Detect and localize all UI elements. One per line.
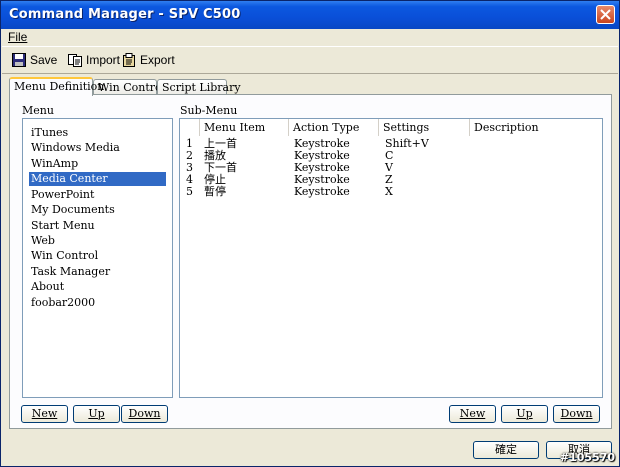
menu-bar: File (2, 29, 618, 46)
column-header-action-type[interactable]: Action Type (289, 119, 379, 136)
menu-list-item[interactable]: foobar2000 (29, 296, 166, 310)
command-manager-window: Command Manager - SPV C500 File Save Imp (0, 0, 620, 467)
menu-list-item[interactable]: PowerPoint (29, 188, 166, 202)
menu-list-item[interactable]: Windows Media (29, 141, 166, 155)
column-header-settings[interactable]: Settings (379, 119, 470, 136)
column-header-menu-item[interactable]: Menu Item (200, 119, 289, 136)
row-number: 5 (186, 185, 193, 198)
menu-list-item[interactable]: Task Manager (29, 265, 166, 279)
ok-button[interactable]: 確定 (473, 441, 539, 459)
menu-list-item[interactable]: Start Menu (29, 219, 166, 233)
title-bar[interactable]: Command Manager - SPV C500 (1, 1, 619, 29)
submenu-down-button[interactable]: Down (553, 405, 600, 423)
menu-new-button[interactable]: New (21, 405, 68, 423)
close-icon (600, 9, 611, 20)
menu-list-item[interactable]: iTunes (29, 126, 166, 140)
menu-list-item-selected[interactable]: Media Center (29, 172, 166, 186)
menu-list[interactable]: iTunes Windows Media WinAmp Media Center… (22, 118, 173, 398)
save-label: Save (30, 53, 58, 67)
save-icon (12, 53, 26, 67)
menu-list-item[interactable]: My Documents (29, 203, 166, 217)
submenu-up-button[interactable]: Up (501, 405, 548, 423)
column-header-description[interactable]: Description (470, 119, 602, 136)
import-icon (68, 54, 82, 67)
export-button[interactable]: Export (122, 51, 175, 69)
row-action-type: Keystroke (294, 185, 350, 198)
submenu-table[interactable]: Menu Item Action Type Settings Descripti… (179, 118, 603, 398)
row-menu-item: 暫停 (204, 185, 226, 198)
menu-label: Menu (22, 104, 54, 117)
tab-script-library[interactable]: Script Library (157, 79, 241, 95)
toolbar: Save Import Export (2, 46, 618, 74)
menu-up-button[interactable]: Up (73, 405, 120, 423)
menu-list-item[interactable]: Web (29, 234, 166, 248)
menu-list-item[interactable]: Win Control (29, 249, 166, 263)
column-header-index (180, 119, 200, 136)
tab-menu-definition[interactable]: Menu Definition (9, 77, 104, 96)
row-settings: X (385, 185, 393, 198)
import-label: Import (86, 53, 121, 67)
submenu-label: Sub-Menu (180, 104, 238, 117)
menu-list-item[interactable]: WinAmp (29, 157, 166, 171)
watermark-text: #105570 (559, 451, 615, 464)
menu-down-button[interactable]: Down (121, 405, 168, 423)
menu-file[interactable]: File (8, 30, 27, 44)
submenu-new-button[interactable]: New (449, 405, 496, 423)
save-button[interactable]: Save (12, 51, 57, 69)
window-title: Command Manager - SPV C500 (9, 7, 241, 22)
export-label: Export (140, 53, 175, 67)
table-header: Menu Item Action Type Settings Descripti… (180, 119, 602, 136)
menu-list-item[interactable]: About (29, 280, 166, 294)
menu-definition-panel: Menu Sub-Menu iTunes Windows Media WinAm… (9, 94, 612, 429)
import-button[interactable]: Import (68, 51, 120, 69)
export-icon (123, 53, 135, 67)
close-button[interactable] (596, 5, 615, 24)
